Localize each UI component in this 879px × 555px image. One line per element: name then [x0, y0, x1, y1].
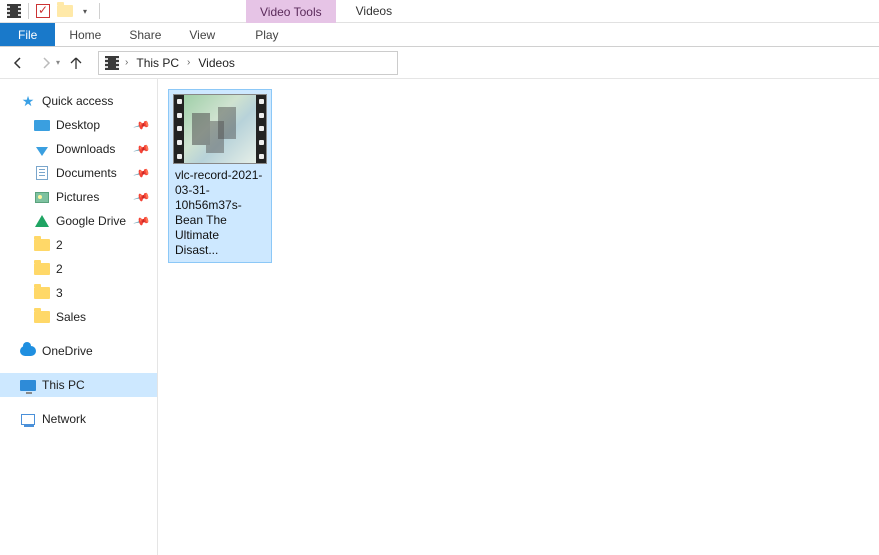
pin-icon: 📌: [133, 116, 151, 134]
back-button[interactable]: [6, 51, 30, 75]
ribbon-tab-home[interactable]: Home: [55, 23, 115, 46]
cloud-icon: [20, 343, 36, 359]
tree-item-label: OneDrive: [42, 344, 93, 358]
filmstrip-icon: [256, 95, 266, 163]
star-icon: ★: [20, 93, 36, 109]
tree-quick-access[interactable]: ★ Quick access: [0, 89, 157, 113]
tree-item-documents[interactable]: Documents 📌: [0, 161, 157, 185]
tree-item-label: 2: [56, 238, 63, 252]
window-title: Videos: [336, 0, 412, 22]
ribbon-tab-share[interactable]: Share: [115, 23, 175, 46]
download-icon: [34, 141, 50, 157]
ribbon-tab-play[interactable]: Play: [241, 23, 292, 46]
ribbon-tab-file[interactable]: File: [0, 23, 55, 46]
file-item[interactable]: vlc-record-2021-03-31-10h56m37s-Bean The…: [168, 89, 272, 263]
picture-icon: [34, 189, 50, 205]
tree-item-label: Quick access: [42, 94, 113, 108]
tree-item-folder[interactable]: 2: [0, 257, 157, 281]
tree-item-folder[interactable]: Sales: [0, 305, 157, 329]
tree-item-label: Network: [42, 412, 86, 426]
tree-item-label: 3: [56, 286, 63, 300]
tree-item-label: Sales: [56, 310, 86, 324]
folder-icon: [34, 237, 50, 253]
thumbnail-image: [184, 95, 256, 163]
file-name-label: vlc-record-2021-03-31-10h56m37s-Bean The…: [173, 168, 267, 258]
quick-access-toolbar: ▾: [0, 0, 106, 22]
arrow-up-icon: [68, 55, 84, 71]
location-icon: [103, 54, 121, 72]
tree-item-folder[interactable]: 3: [0, 281, 157, 305]
forward-button[interactable]: [34, 51, 58, 75]
tree-network[interactable]: Network: [0, 407, 157, 431]
breadcrumb-caret-icon[interactable]: ›: [183, 57, 194, 68]
titlebar: ▾ Video Tools Videos: [0, 0, 879, 23]
ribbon-tab-label: Home: [69, 28, 101, 42]
tree-onedrive[interactable]: OneDrive: [0, 339, 157, 363]
tree-item-label: 2: [56, 262, 63, 276]
recent-locations-dropdown[interactable]: ▾: [56, 58, 60, 67]
ribbon-tab-label: Play: [255, 28, 278, 42]
qat-properties-button[interactable]: [33, 1, 53, 21]
folder-icon: [34, 285, 50, 301]
content-pane[interactable]: vlc-record-2021-03-31-10h56m37s-Bean The…: [158, 79, 879, 555]
video-thumbnail: [173, 94, 267, 164]
tree-item-label: This PC: [42, 378, 85, 392]
arrow-right-icon: [38, 55, 54, 71]
ribbon-tab-label: View: [189, 28, 215, 42]
tree-thispc[interactable]: This PC: [0, 373, 157, 397]
desktop-icon: [34, 117, 50, 133]
ribbon-tabs: File Home Share View Play: [0, 23, 879, 47]
navigation-bar: ▾ › This PC › Videos: [0, 47, 879, 79]
ribbon-tab-label: Share: [129, 28, 161, 42]
tree-item-downloads[interactable]: Downloads 📌: [0, 137, 157, 161]
up-button[interactable]: [64, 51, 88, 75]
tree-item-googledrive[interactable]: Google Drive 📌: [0, 209, 157, 233]
ribbon-tab-label: File: [18, 28, 37, 42]
tree-item-label: Downloads: [56, 142, 115, 156]
tree-item-pictures[interactable]: Pictures 📌: [0, 185, 157, 209]
filmstrip-icon: [174, 95, 184, 163]
contextual-tab-group-video: Video Tools: [246, 0, 336, 23]
pin-icon: 📌: [133, 140, 151, 158]
breadcrumb-segment-videos[interactable]: Videos: [194, 56, 238, 70]
separator: [28, 3, 29, 19]
address-bar[interactable]: › This PC › Videos: [98, 51, 398, 75]
tree-item-desktop[interactable]: Desktop 📌: [0, 113, 157, 137]
tree-item-label: Desktop: [56, 118, 100, 132]
pin-icon: 📌: [133, 164, 151, 182]
navigation-pane: ★ Quick access Desktop 📌 Downloads 📌 Doc…: [0, 79, 158, 555]
monitor-icon: [20, 377, 36, 393]
folder-icon: [34, 261, 50, 277]
contextual-tab-group-label: Video Tools: [260, 5, 322, 19]
breadcrumb-caret-icon[interactable]: ›: [121, 57, 132, 68]
ribbon-tab-view[interactable]: View: [175, 23, 229, 46]
network-icon: [20, 411, 36, 427]
qat-customize-dropdown[interactable]: ▾: [75, 1, 95, 21]
pin-icon: 📌: [133, 188, 151, 206]
tree-item-label: Documents: [56, 166, 117, 180]
arrow-left-icon: [10, 55, 26, 71]
folder-icon: [34, 309, 50, 325]
qat-newfolder-button[interactable]: [55, 1, 75, 21]
app-icon[interactable]: [4, 1, 24, 21]
separator: [99, 3, 100, 19]
tree-item-label: Google Drive: [56, 214, 126, 228]
document-icon: [34, 165, 50, 181]
window-title-text: Videos: [356, 4, 392, 18]
gdrive-icon: [34, 213, 50, 229]
breadcrumb-segment-thispc[interactable]: This PC: [132, 56, 183, 70]
tree-item-label: Pictures: [56, 190, 99, 204]
tree-item-folder[interactable]: 2: [0, 233, 157, 257]
main-area: ★ Quick access Desktop 📌 Downloads 📌 Doc…: [0, 79, 879, 555]
pin-icon: 📌: [133, 212, 151, 230]
